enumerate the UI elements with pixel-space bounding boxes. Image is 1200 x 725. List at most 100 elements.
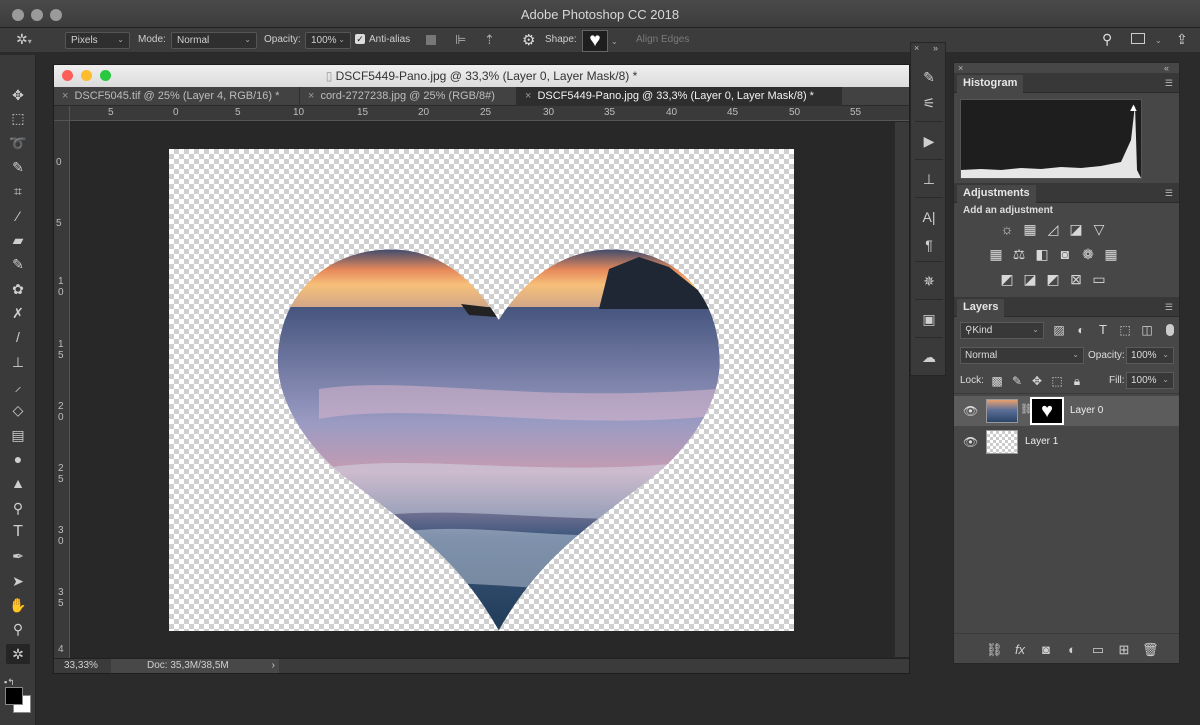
history-brush-tool-icon[interactable]: ✗ xyxy=(6,303,30,323)
chevron-right-icon[interactable]: › xyxy=(272,660,275,671)
art-history-brush-icon[interactable]: ⸝ xyxy=(6,376,30,396)
color-lookup-icon[interactable]: ▦ xyxy=(1102,246,1120,262)
sharpen-tool-icon[interactable]: ▲ xyxy=(6,473,30,493)
vertical-scrollbar[interactable] xyxy=(894,122,909,657)
expand-icon[interactable]: » xyxy=(933,43,938,53)
layer-filter-select[interactable]: ⚲Kind ⌄ xyxy=(960,322,1044,339)
collapse-icon[interactable]: « xyxy=(1164,63,1169,73)
brightness-contrast-icon[interactable]: ☼ xyxy=(998,221,1016,237)
path-alignment-icon[interactable]: ⊫ xyxy=(455,32,466,48)
lock-transparent-icon[interactable]: ▩ xyxy=(988,373,1006,389)
doc-size-info[interactable]: Doc: 35,3M/38,5M › xyxy=(111,659,279,673)
tab-dscf5045[interactable]: × DSCF5045.tif @ 25% (Layer 4, RGB/16) * xyxy=(54,87,300,106)
canvas-transparent[interactable] xyxy=(169,149,794,631)
pasteboard[interactable] xyxy=(71,122,894,657)
gear-icon[interactable]: ⚙ xyxy=(522,31,535,49)
channel-mixer-icon[interactable]: ❁ xyxy=(1079,246,1097,262)
gradient-map-icon[interactable]: ▭ xyxy=(1090,271,1108,287)
libraries-icon[interactable]: ☁ xyxy=(917,347,941,367)
curves-icon[interactable]: ◿ xyxy=(1044,221,1062,237)
black-white-icon[interactable]: ◧ xyxy=(1033,246,1051,262)
tab-cord[interactable]: × cord-2727238.jpg @ 25% (RGB/8#) xyxy=(300,87,517,106)
brush-panel-icon[interactable]: ✎ xyxy=(917,67,941,87)
eyedropper-tool-icon[interactable]: ⁄ xyxy=(6,206,30,226)
fill-pixels-select[interactable]: Pixels ⌄ xyxy=(65,32,130,49)
lasso-tool-icon[interactable]: ➰ xyxy=(6,133,30,153)
invert-icon[interactable]: ◩ xyxy=(998,271,1016,287)
custom-shape-tool-icon[interactable]: ✲ xyxy=(6,644,30,664)
layer-row-layer-0[interactable]: 👁︎ ⛓ ♥ Layer 0 xyxy=(954,396,1179,426)
dodge-tool-icon[interactable]: ⚲ xyxy=(6,498,30,518)
eye-icon[interactable]: 👁︎ xyxy=(963,435,978,449)
new-layer-icon[interactable]: ⊞ xyxy=(1116,642,1132,658)
tab-layers[interactable]: Layers xyxy=(957,299,1005,317)
type-tool-icon[interactable]: T xyxy=(6,522,30,542)
eye-icon[interactable]: 👁︎ xyxy=(963,404,978,418)
move-tool-icon[interactable]: ✥ xyxy=(6,85,30,105)
hue-saturation-icon[interactable]: ▦ xyxy=(987,246,1005,262)
lock-position-icon[interactable]: ✥ xyxy=(1028,373,1046,389)
shape-picker-heart-icon[interactable]: ♥ xyxy=(582,30,608,52)
marquee-tool-icon[interactable]: ⬚ xyxy=(6,108,30,128)
layer-mask-heart-icon[interactable]: ♥ xyxy=(1030,397,1064,425)
path-arrangement-icon[interactable]: ⇡ xyxy=(484,32,495,48)
brush-settings-icon[interactable]: ⚟ xyxy=(917,93,941,113)
chevron-down-icon[interactable]: ⌄ xyxy=(611,37,618,46)
fill-input[interactable]: 100% ⌄ xyxy=(1126,372,1174,389)
layer-opacity-input[interactable]: 100% ⌄ xyxy=(1126,347,1174,364)
new-group-icon[interactable]: ▭ xyxy=(1090,642,1106,658)
tool-preset-icon[interactable]: ✲▾ xyxy=(16,31,32,48)
fx-icon[interactable]: fx xyxy=(1012,642,1028,657)
filter-smart-object-icon[interactable]: ◫ xyxy=(1138,322,1156,338)
filter-toggle[interactable] xyxy=(1166,324,1174,336)
add-mask-icon[interactable]: ◙ xyxy=(1038,642,1054,657)
vibrance-icon[interactable]: ▽ xyxy=(1090,221,1108,237)
crop-tool-icon[interactable]: ⌗ xyxy=(6,181,30,201)
actions-play-icon[interactable]: ▶ xyxy=(917,131,941,151)
brush-variant-icon[interactable]: / xyxy=(6,327,30,347)
gradient-tool-icon[interactable]: ▤ xyxy=(6,425,30,445)
close-icon[interactable]: × xyxy=(958,63,963,73)
opacity-input[interactable]: 100% ⌄ xyxy=(305,32,351,49)
filter-adjustment-icon[interactable]: ◐ xyxy=(1072,322,1090,338)
lock-artboard-icon[interactable]: ⬚ xyxy=(1048,373,1066,389)
filter-pixel-icon[interactable]: ▨ xyxy=(1050,322,1068,338)
antialias-checkbox[interactable]: ✓ xyxy=(355,34,365,44)
properties-icon[interactable]: ▣ xyxy=(917,309,941,329)
tab-adjustments[interactable]: Adjustments xyxy=(957,185,1036,203)
new-adjustment-layer-icon[interactable]: ◐ xyxy=(1064,642,1080,657)
tab-histogram[interactable]: Histogram xyxy=(957,75,1024,93)
layer-blend-mode-select[interactable]: Normal ⌄ xyxy=(960,347,1084,364)
close-tab-icon[interactable]: × xyxy=(62,90,68,102)
share-icon[interactable]: ⇪ xyxy=(1176,31,1188,48)
tab-dscf5449-pano[interactable]: × DSCF5449-Pano.jpg @ 33,3% (Layer 0, Lay… xyxy=(517,87,842,106)
search-icon[interactable]: ⚲ xyxy=(1102,31,1112,48)
warning-icon[interactable]: ▲ xyxy=(1128,102,1139,114)
close-icon[interactable]: × xyxy=(914,43,919,53)
threshold-icon[interactable]: ◩ xyxy=(1044,271,1062,287)
panel-menu-icon[interactable]: ☰ xyxy=(1165,302,1173,313)
eraser-tool-icon[interactable]: ◇ xyxy=(6,400,30,420)
blend-mode-select[interactable]: Normal ⌄ xyxy=(171,32,257,49)
panel-menu-icon[interactable]: ☰ xyxy=(1165,78,1173,89)
hand-tool-icon[interactable]: ✋ xyxy=(6,595,30,615)
filter-shape-icon[interactable]: ⬚ xyxy=(1116,322,1134,338)
path-operations-icon[interactable] xyxy=(426,35,436,45)
zoom-level[interactable]: 33,33% xyxy=(64,660,98,671)
photo-filter-icon[interactable]: ◙ xyxy=(1056,246,1074,262)
3d-panel-icon[interactable]: ✵ xyxy=(917,271,941,291)
lock-image-icon[interactable]: ✎ xyxy=(1008,373,1026,389)
exposure-icon[interactable]: ◪ xyxy=(1067,221,1085,237)
posterize-icon[interactable]: ◪ xyxy=(1021,271,1039,287)
close-tab-icon[interactable]: × xyxy=(525,90,531,102)
workspace-chevron-icon[interactable]: ⌄ xyxy=(1155,36,1162,45)
stamp-tool-icon[interactable]: ⊥ xyxy=(6,352,30,372)
panel-menu-icon[interactable]: ☰ xyxy=(1165,188,1173,199)
quick-selection-tool-icon[interactable]: ✎ xyxy=(6,157,30,177)
zoom-tool-icon[interactable]: ⚲ xyxy=(6,619,30,639)
pen-tool-icon[interactable]: ✒ xyxy=(6,546,30,566)
color-balance-icon[interactable]: ⚖ xyxy=(1010,246,1028,262)
link-layers-icon[interactable]: ⛓ xyxy=(986,642,1003,658)
character-icon[interactable]: A| xyxy=(917,207,941,227)
healing-brush-tool-icon[interactable]: ▰ xyxy=(6,230,30,250)
